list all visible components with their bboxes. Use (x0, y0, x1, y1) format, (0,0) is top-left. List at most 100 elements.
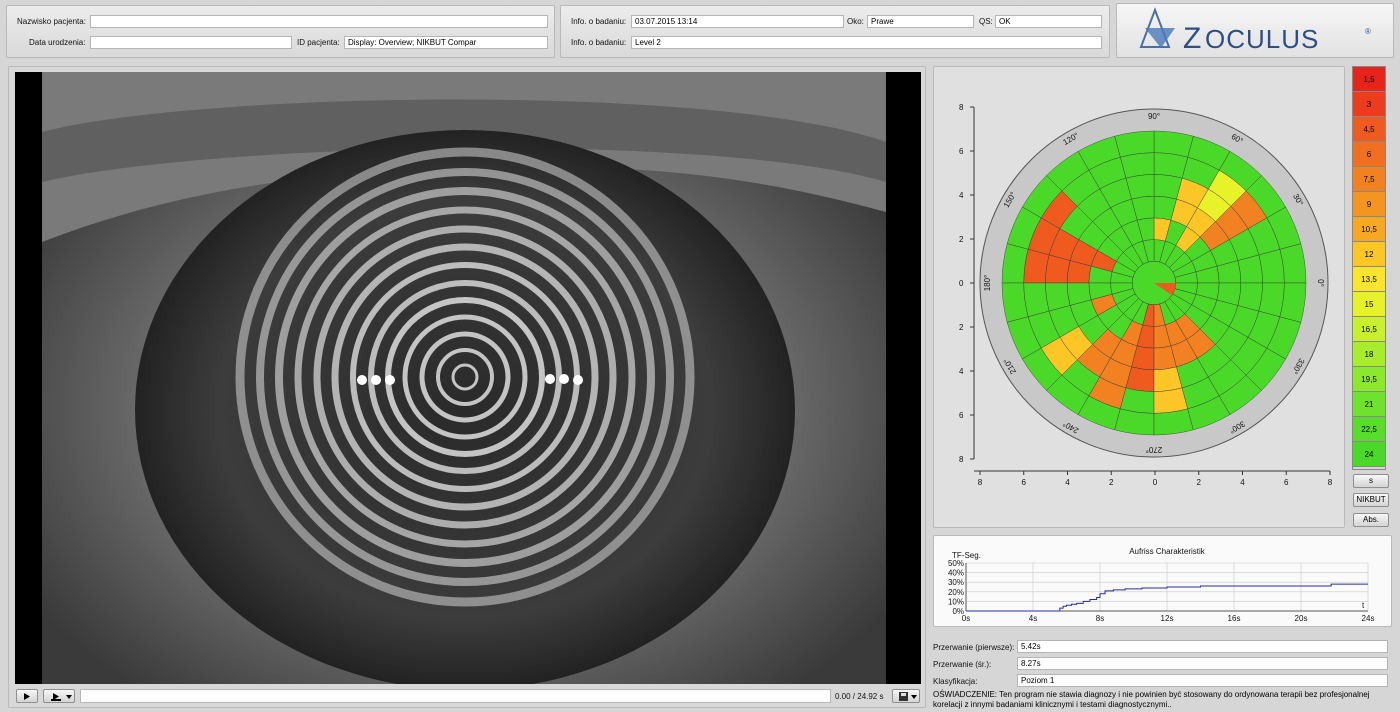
polar-x-tick-label: 4 (1065, 478, 1070, 487)
exam-info-label-1: Info. o badaniu: (571, 17, 627, 26)
chart-x-tick-label: 16s (1228, 614, 1241, 623)
polar-x-tick-label: 8 (978, 478, 983, 487)
chart-x-tick-label: 24s (1362, 614, 1375, 623)
classification-label: Klasyfikacja: (933, 677, 978, 686)
eye-label: Oko: (847, 17, 864, 26)
scale-cell: 6 (1353, 142, 1385, 167)
polar-x-tick-label: 8 (1328, 478, 1333, 487)
polar-sector (1153, 387, 1188, 414)
patient-name-label: Nazwisko pacjenta: (17, 17, 86, 26)
chart-y-tick-label: 20% (948, 588, 964, 597)
chart-y-tick-label: 40% (948, 569, 964, 578)
disclaimer-text: OŚWIADCZENIE: Ten program nie stawia dia… (933, 690, 1370, 709)
polar-x-tick-label: 6 (1284, 478, 1289, 487)
logo-registered: ® (1365, 27, 1371, 36)
avg-break-field: 8.27s (1017, 657, 1388, 670)
eye-field[interactable]: Prawe (867, 15, 974, 28)
scale-s-button[interactable]: s (1353, 474, 1389, 488)
avg-break-label: Przerwanie (śr.): (933, 660, 992, 669)
exam-level-field[interactable]: Level 2 (631, 36, 1102, 49)
scale-cell: 21 (1353, 392, 1385, 417)
scale-cell: 19,5 (1353, 367, 1385, 392)
polar-angle-label: 270° (1146, 445, 1163, 454)
scale-cell: 1,5 (1353, 67, 1385, 92)
polar-sector (1258, 282, 1285, 317)
color-scale: 1,5 3 4,5 6 7,5 9 10,5 12 13,5 15 16,5 18 19,5 21 22,5… (1352, 66, 1386, 470)
chart-y-tick-label: 30% (948, 578, 964, 587)
polar-sector (1023, 249, 1050, 284)
timeline-slider[interactable] (80, 689, 831, 703)
polar-panel: 90° 60° 30° 0° 330° 300° 270° 240° 210° 180° 150° 1… (933, 66, 1345, 528)
chart-x-tick-label: 12s (1161, 614, 1174, 623)
play-icon (24, 693, 30, 700)
patient-id-label: ID pacjenta: (297, 38, 340, 47)
polar-x-tick-label: 2 (1197, 478, 1202, 487)
scale-cell: 7,5 (1353, 167, 1385, 192)
scale-cell: 13,5 (1353, 267, 1385, 292)
polar-y-tick-label: 0 (959, 279, 964, 288)
logo-z: Z (1183, 22, 1201, 55)
step-play-icon (53, 693, 59, 700)
exam-date-field[interactable]: 03.07.2015 13:14 (631, 15, 844, 28)
logo-text: OCULUS (1205, 24, 1319, 54)
logo-panel: Z OCULUS ® (1116, 3, 1394, 58)
polar-y-tick-label: 6 (959, 411, 964, 420)
polar-angle-label: 180° (983, 275, 992, 292)
polar-x-tick-label: 6 (1022, 478, 1027, 487)
polar-x-tick-label: 4 (1240, 478, 1245, 487)
scale-cell: 24 (1353, 442, 1385, 467)
classification-field: Poziom 1 (1017, 674, 1388, 687)
polar-angle-label: 90° (1148, 112, 1160, 121)
first-break-label: Przerwanie (pierwsze): (933, 643, 1015, 652)
first-break-field: 5.42s (1017, 640, 1388, 653)
polar-map: 90°60°30°0°330°300°270°240°210°180°150°1… (959, 103, 1333, 487)
chart-x-tick-label: 4s (1029, 614, 1037, 623)
polar-y-tick-label: 2 (959, 235, 964, 244)
scale-abs-button[interactable]: Abs. (1353, 513, 1389, 527)
chart-y-tick-label: 50% (948, 559, 964, 568)
polar-y-tick-label: 4 (959, 191, 964, 200)
exam-info-label-2: Info. o badaniu: (571, 38, 627, 47)
scale-cell: 12 (1353, 242, 1385, 267)
polar-x-tick-label: 0 (1153, 478, 1158, 487)
playback-mode-dropdown[interactable] (43, 689, 75, 703)
polar-y-tick-label: 8 (959, 455, 964, 464)
chart-title: Aufriss Charakteristik (1129, 547, 1206, 556)
polar-sector (1153, 152, 1188, 179)
polar-sector (1258, 249, 1285, 284)
scale-cell: 4,5 (1353, 117, 1385, 142)
polar-sector (1120, 387, 1155, 414)
play-button[interactable] (16, 689, 38, 703)
oculus-logo: Z OCULUS ® (1139, 7, 1371, 55)
save-dropdown[interactable] (892, 689, 920, 703)
scale-cell: 16,5 (1353, 317, 1385, 342)
polar-y-tick-label: 4 (959, 367, 964, 376)
exam-header: Info. o badaniu: 03.07.2015 13:14 Oko: P… (560, 5, 1110, 58)
scale-cell: 9 (1353, 192, 1385, 217)
meibography-image[interactable] (15, 72, 921, 684)
birth-date-field[interactable] (90, 36, 292, 49)
polar-x-tick-label: 2 (1109, 478, 1114, 487)
breakup-chart: Aufriss CharakteristikTF-Seg.t0%10%20%30… (948, 547, 1375, 623)
patient-header: Nazwisko pacjenta: Data urodzenia: ID pa… (6, 5, 555, 58)
scale-cell: 3 (1353, 92, 1385, 117)
chart-x-tick-label: 20s (1295, 614, 1308, 623)
scale-cell: 18 (1353, 342, 1385, 367)
chevron-down-icon (66, 695, 72, 699)
chevron-down-icon (911, 695, 917, 699)
scale-cell: 15 (1353, 292, 1385, 317)
patient-name-field[interactable] (90, 15, 548, 28)
polar-sector (1023, 282, 1050, 317)
breakup-chart-panel: Aufriss Charakteristik TF-Seg. t 0% 10% 20% 30… (933, 535, 1392, 627)
polar-sector (1120, 152, 1155, 179)
chart-x-tick-label: 8s (1096, 614, 1104, 623)
chart-y-tick-label: 10% (948, 597, 964, 606)
qs-label: QS: (979, 17, 993, 26)
qs-field[interactable]: OK (995, 15, 1102, 28)
scale-nikbut-button[interactable]: NIKBUT (1353, 493, 1389, 507)
birth-date-label: Data urodzenia: (29, 38, 86, 47)
patient-id-field[interactable]: Display: Overview; NIKBUT Compar (344, 36, 548, 49)
time-readout: 0.00 / 24.92 s (835, 692, 884, 701)
chart-x-tick-label: 0s (962, 614, 970, 623)
scale-cell: 10,5 (1353, 217, 1385, 242)
